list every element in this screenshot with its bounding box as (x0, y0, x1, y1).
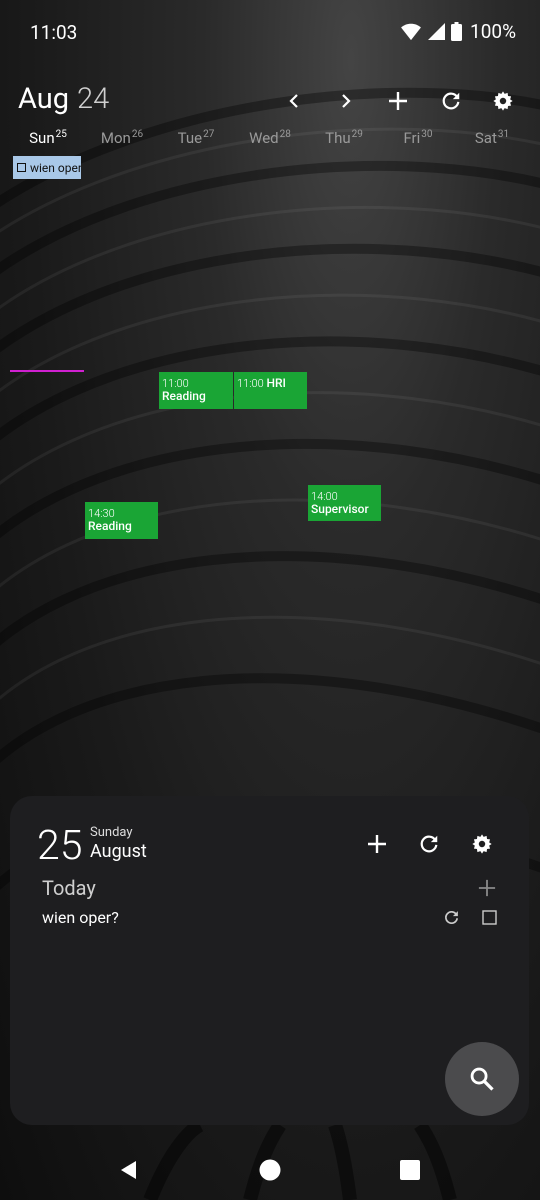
search-button[interactable] (445, 1042, 519, 1116)
day-header-fri[interactable]: Fri30 (381, 129, 455, 147)
refresh-icon (420, 835, 438, 853)
event-block[interactable]: 11:00 Reading (159, 372, 233, 409)
month-label: Aug (18, 82, 70, 116)
previous-week-button[interactable] (279, 86, 309, 116)
widget-task-title[interactable]: wien oper? (42, 908, 119, 927)
gear-icon (472, 834, 492, 854)
recents-icon (400, 1160, 420, 1180)
allday-event-title: wien oper (30, 160, 81, 175)
refresh-icon (442, 92, 460, 110)
widget-settings-button[interactable] (469, 831, 495, 857)
plus-icon (368, 835, 386, 853)
refresh-button[interactable] (436, 86, 466, 116)
event-title: Supervisor (311, 502, 369, 516)
widget-refresh-button[interactable] (416, 831, 442, 857)
event-block[interactable]: 14:30 Reading (85, 502, 158, 539)
widget-task-repeat-button[interactable] (438, 904, 464, 930)
agenda-widget: 25 Sunday August Today wien oper? (10, 796, 529, 1125)
back-icon (121, 1161, 136, 1179)
status-time: 11:03 (30, 21, 78, 44)
plus-icon (478, 879, 496, 897)
day-header-mon[interactable]: Mon26 (85, 129, 159, 147)
widget-today-label: Today (42, 876, 96, 900)
weekday-row: Sun25 Mon26 Tue27 Wed28 Thu29 Fri30 Sat3… (0, 129, 540, 151)
gear-icon (493, 91, 513, 111)
home-icon (259, 1159, 281, 1181)
event-title: Reading (88, 519, 132, 533)
year-label: 24 (77, 82, 110, 116)
day-header-sat[interactable]: Sat31 (455, 129, 529, 147)
event-block[interactable]: 11:00 HRI (234, 372, 307, 409)
day-header-sun[interactable]: Sun25 (11, 129, 85, 147)
settings-button[interactable] (488, 86, 518, 116)
event-title: HRI (266, 376, 286, 390)
widget-weekday: Sunday (90, 825, 133, 840)
search-icon (470, 1067, 494, 1091)
back-button[interactable] (117, 1158, 141, 1182)
chevron-right-icon (342, 94, 351, 108)
calendar-header: Aug 24 (0, 78, 540, 126)
day-header-thu[interactable]: Thu29 (307, 129, 381, 147)
repeat-icon (444, 910, 458, 924)
task-checkbox-icon (17, 163, 26, 172)
allday-event[interactable]: wien oper (13, 156, 81, 179)
checkbox-icon (481, 909, 497, 925)
event-time: 11:00 (237, 377, 264, 390)
add-event-button[interactable] (383, 86, 413, 116)
month-year-title[interactable]: Aug 24 (18, 82, 109, 116)
widget-day-number: 25 (37, 822, 83, 870)
widget-task-checkbox[interactable] (476, 904, 502, 930)
current-time-indicator (10, 370, 84, 372)
chevron-left-icon (289, 94, 298, 108)
widget-add-today-button[interactable] (474, 875, 500, 901)
status-icons: 100% (400, 20, 516, 43)
day-header-tue[interactable]: Tue27 (159, 129, 233, 147)
battery-icon (451, 22, 463, 41)
home-button[interactable] (258, 1158, 282, 1182)
status-bar: 11:03 100% (0, 0, 540, 62)
day-header-wed[interactable]: Wed28 (233, 129, 307, 147)
next-week-button[interactable] (331, 86, 361, 116)
recents-button[interactable] (398, 1158, 422, 1182)
event-block[interactable]: 14:00 Supervisor (308, 485, 381, 521)
plus-icon (389, 92, 407, 110)
signal-icon (428, 23, 446, 40)
widget-month: August (90, 841, 147, 862)
navigation-bar (0, 1140, 540, 1200)
event-title: Reading (162, 389, 206, 403)
wifi-icon (401, 23, 421, 40)
widget-add-button[interactable] (364, 831, 390, 857)
battery-percent: 100% (470, 20, 516, 43)
